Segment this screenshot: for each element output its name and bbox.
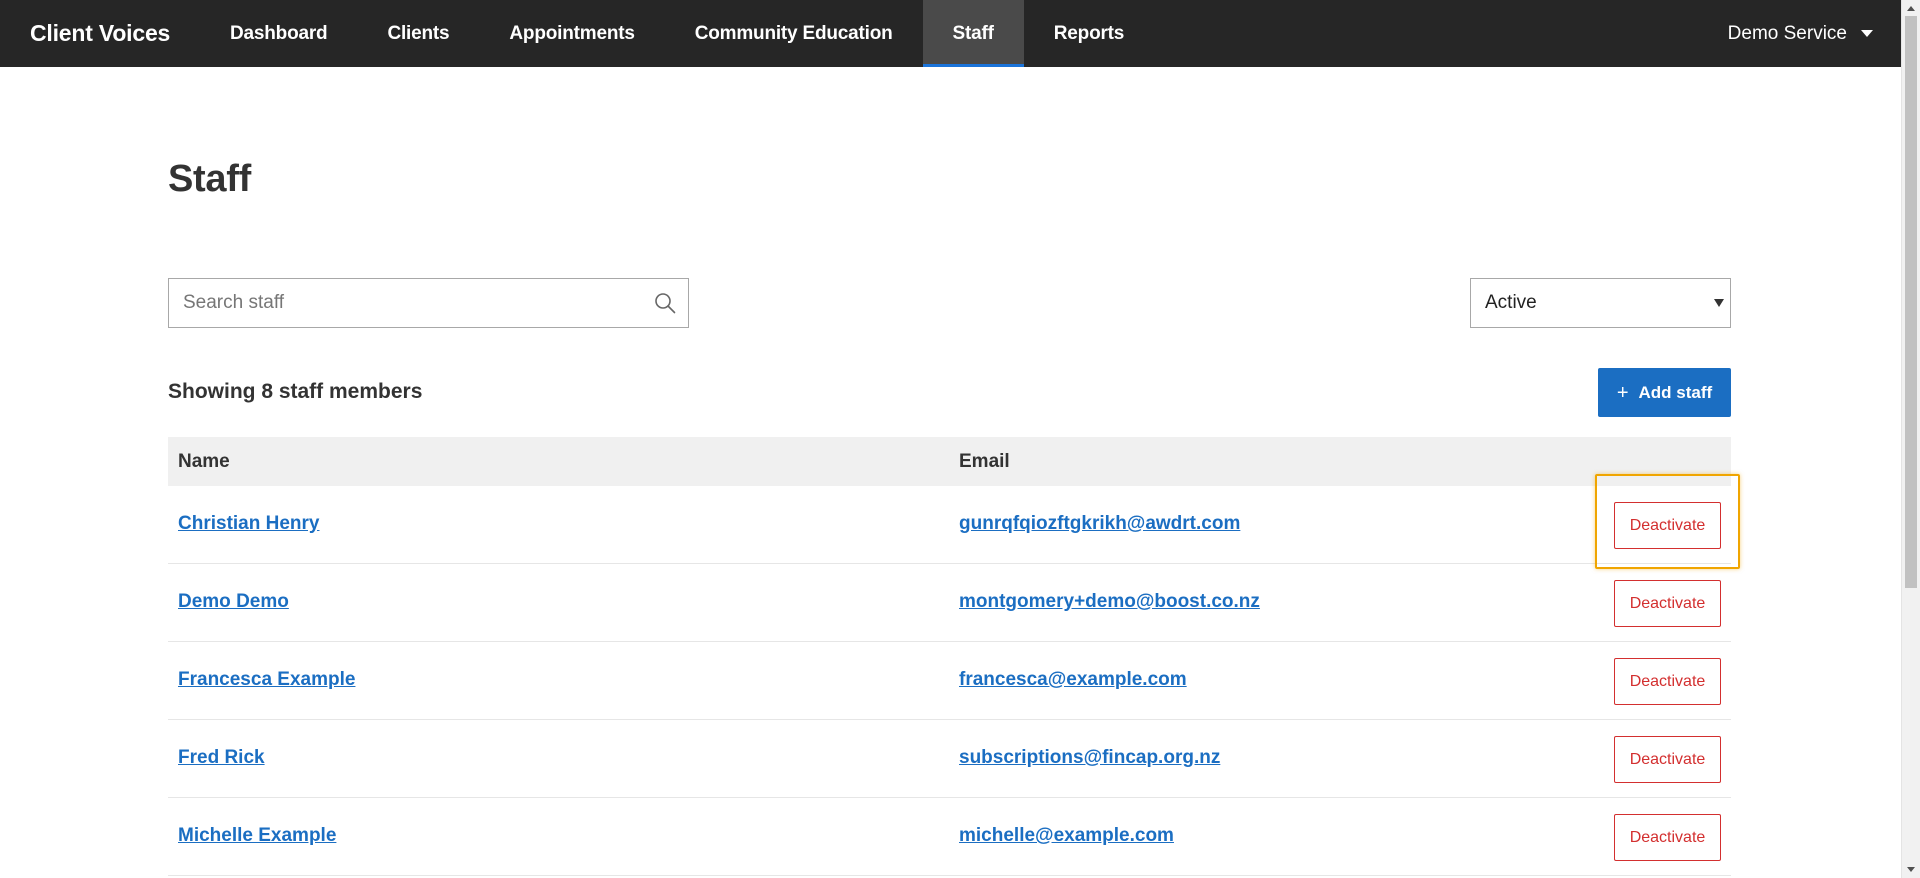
status-filter-value: Active [1485, 292, 1537, 313]
nav-item-staff[interactable]: Staff [922, 0, 1025, 67]
app-title[interactable]: Client Voices [0, 0, 200, 67]
nav-item-dashboard[interactable]: Dashboard [200, 0, 357, 67]
top-navigation: Client Voices Dashboard Clients Appointm… [0, 0, 1901, 67]
scrollbar-thumb[interactable] [1905, 16, 1917, 588]
staff-count-summary: Showing 8 staff members [168, 380, 423, 403]
deactivate-button[interactable]: Deactivate [1614, 736, 1721, 783]
nav-item-clients[interactable]: Clients [357, 0, 479, 67]
staff-name-link[interactable]: Francesca Example [178, 669, 355, 691]
column-header-name: Name [178, 451, 230, 472]
scroll-down-arrow-icon[interactable] [1907, 867, 1915, 872]
add-staff-button[interactable]: + Add staff [1598, 368, 1731, 417]
staff-name-link[interactable]: Christian Henry [178, 513, 319, 535]
table-row: Christian Henry gunrqfqiozftgkrikh@awdrt… [168, 486, 1731, 564]
add-staff-label: Add staff [1638, 382, 1713, 402]
status-filter-select[interactable]: Active [1470, 278, 1731, 328]
nav-item-reports[interactable]: Reports [1024, 0, 1154, 67]
search-icon[interactable] [654, 292, 676, 314]
table-row: Demo Demo montgomery+demo@boost.co.nz De… [168, 564, 1731, 642]
staff-email-link[interactable]: gunrqfqiozftgkrikh@awdrt.com [959, 513, 1240, 535]
staff-name-link[interactable]: Fred Rick [178, 747, 265, 769]
table-header: Name Email [168, 437, 1731, 486]
staff-name-link[interactable]: Michelle Example [178, 825, 336, 847]
staff-name-link[interactable]: Demo Demo [178, 591, 289, 613]
table-row: Francesca Example francesca@example.com … [168, 642, 1731, 720]
focus-highlight [1595, 474, 1740, 569]
chevron-down-icon [1861, 30, 1873, 37]
account-menu[interactable]: Demo Service [1728, 0, 1901, 67]
account-label: Demo Service [1727, 22, 1847, 44]
nav-item-appointments[interactable]: Appointments [479, 0, 664, 67]
deactivate-button[interactable]: Deactivate [1614, 658, 1721, 705]
staff-email-link[interactable]: montgomery+demo@boost.co.nz [959, 591, 1260, 613]
deactivate-button[interactable]: Deactivate [1614, 814, 1721, 861]
plus-icon: + [1616, 381, 1629, 404]
search-input[interactable] [169, 279, 688, 327]
nav-item-community-education[interactable]: Community Education [665, 0, 923, 67]
table-row: Michelle Example michelle@example.com De… [168, 798, 1731, 876]
deactivate-button[interactable]: Deactivate [1614, 580, 1721, 627]
search-box [168, 278, 689, 328]
nav-menu: Dashboard Clients Appointments Community… [200, 0, 1154, 67]
dropdown-caret-icon [1714, 299, 1724, 307]
scroll-up-arrow-icon[interactable] [1907, 6, 1915, 11]
vertical-scrollbar[interactable] [1901, 0, 1920, 878]
table-row: Fred Rick subscriptions@fincap.org.nz De… [168, 720, 1731, 798]
page-title: Staff [168, 158, 251, 200]
staff-email-link[interactable]: francesca@example.com [959, 669, 1187, 691]
staff-email-link[interactable]: michelle@example.com [959, 825, 1174, 847]
column-header-email: Email [959, 451, 1010, 472]
staff-table: Name Email Christian Henry gunrqfqiozftg… [168, 437, 1731, 876]
staff-email-link[interactable]: subscriptions@fincap.org.nz [959, 747, 1220, 769]
